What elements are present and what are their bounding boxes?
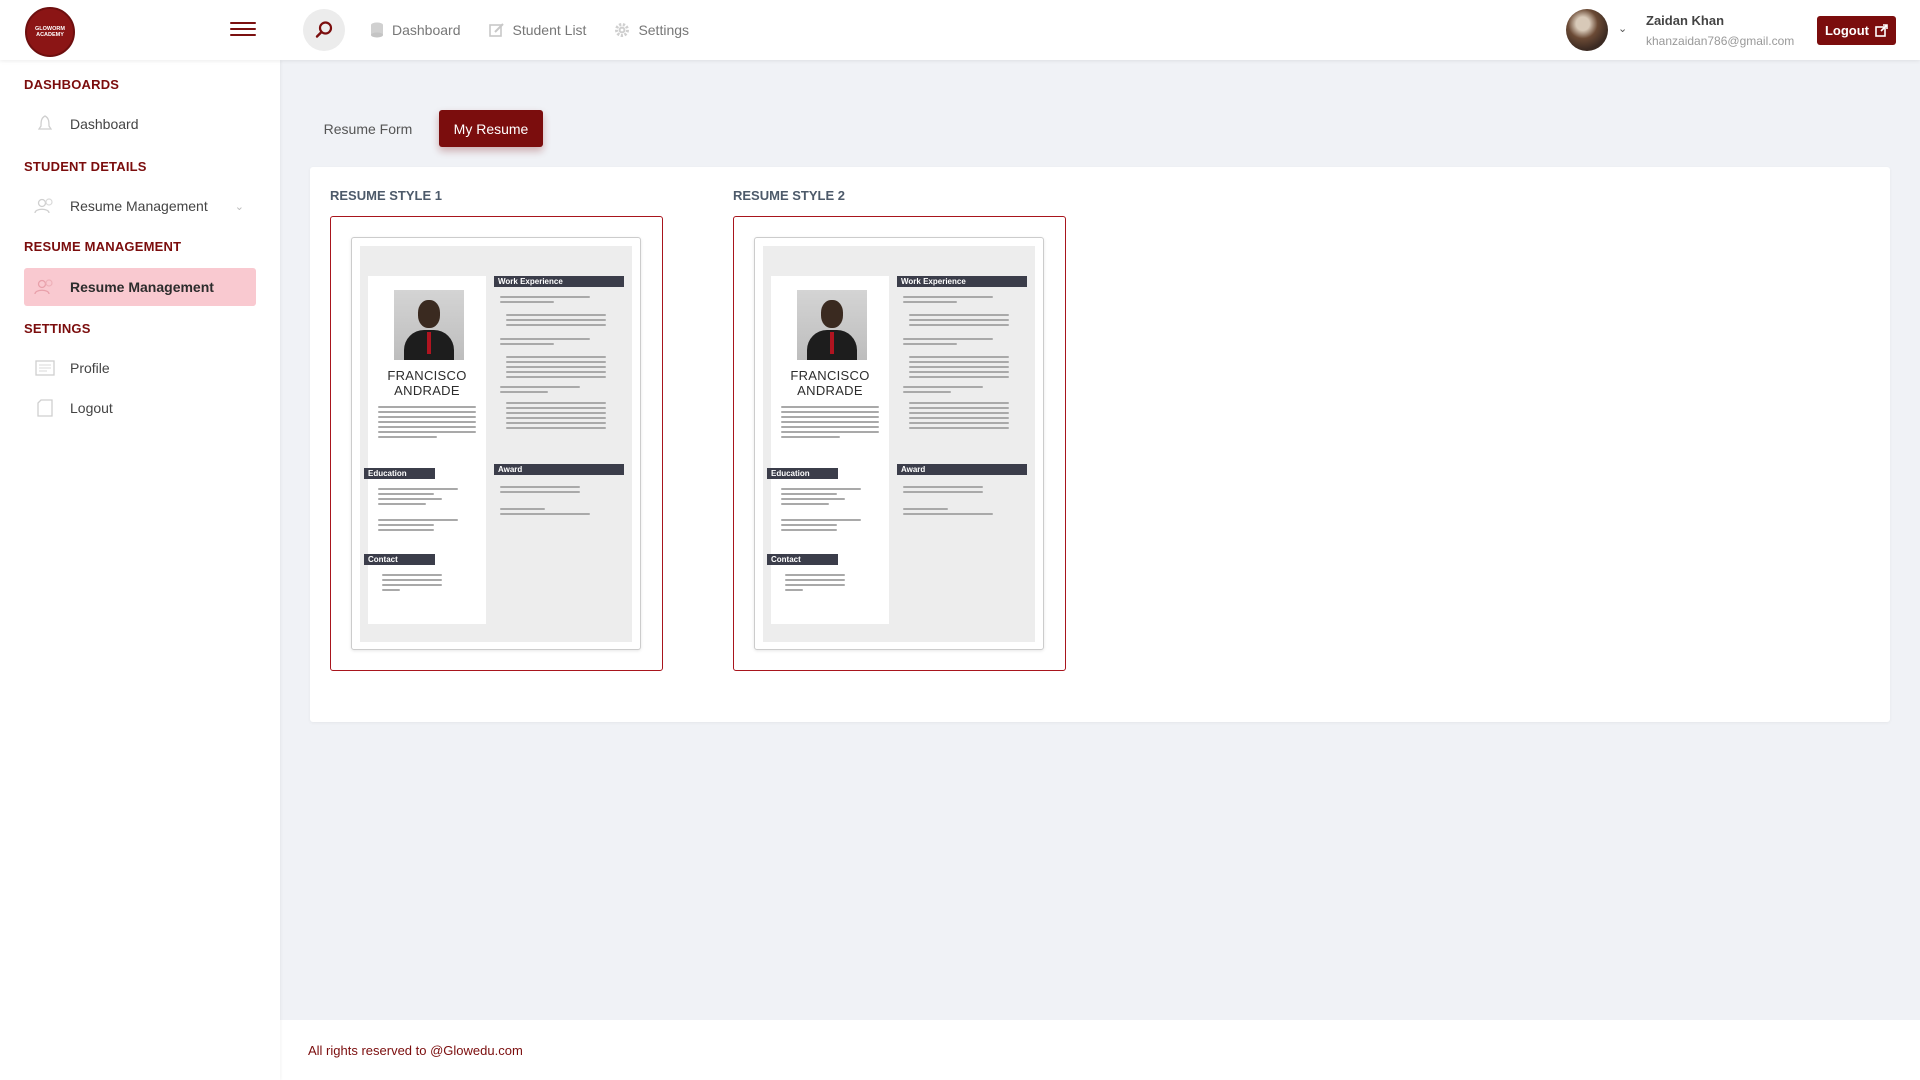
chevron-down-icon[interactable]: ⌄ [1618,22,1627,35]
topnav-dashboard-label: Dashboard [392,22,461,38]
external-link-icon [1875,24,1888,37]
bell-icon [34,114,56,134]
database-icon [371,22,383,38]
resume-section-award: Award [494,464,624,475]
sidebar-item-profile[interactable]: Profile [24,349,256,387]
users-icon [34,277,56,297]
resume-style-1-card[interactable]: FRANCISCO ANDRADE Education Contact Work … [330,216,663,671]
resume-name: FRANCISCO ANDRADE [790,368,870,398]
resume-photo [394,290,464,360]
logout-button-label: Logout [1824,23,1870,38]
resume-style-2-title: RESUME STYLE 2 [733,188,845,203]
chevron-down-icon[interactable]: ⌄ [235,200,244,213]
user-avatar[interactable] [1566,9,1608,51]
hamburger-menu-icon[interactable] [230,18,256,40]
topnav-student-list-label: Student List [512,22,587,38]
resume-section-work-experience: Work Experience [897,276,1027,287]
sidebar-item-logout[interactable]: Logout [24,389,256,427]
top-nav: Dashboard Student List Settings [370,0,689,60]
sidebar-item-label: Logout [70,400,113,416]
sidebar-item-label: Resume Management [70,279,214,295]
resume-name: FRANCISCO ANDRADE [387,368,467,398]
resume-styles-panel: RESUME STYLE 1 FRANCISCO ANDRADE Educatio… [310,167,1890,722]
section-title-student-details: STUDENT DETAILS [24,159,147,174]
resume-photo [797,290,867,360]
tab-my-resume[interactable]: My Resume [439,110,543,147]
page-footer: All rights reserved to @Glowedu.com [280,1020,1920,1080]
academy-logo[interactable]: GLOWORM ACADEMY [25,7,75,57]
resume-section-work-experience: Work Experience [494,276,624,287]
search-icon [315,21,333,38]
sidebar-item-label: Profile [70,360,110,376]
resume-section-award: Award [897,464,1027,475]
topnav-student-list[interactable]: Student List [488,22,587,38]
resume-preview-2: FRANCISCO ANDRADE Education Contact Work … [754,237,1044,650]
users-icon [34,196,56,216]
section-title-resume-management: RESUME MANAGEMENT [24,239,182,254]
logout-icon [34,398,56,418]
resume-style-1-title: RESUME STYLE 1 [330,188,442,203]
resume-section-education: Education [364,468,435,479]
resume-preview-1: FRANCISCO ANDRADE Education Contact Work … [351,237,641,650]
top-header: GLOWORM ACADEMY Dashboard Student List S… [0,0,1920,60]
topnav-settings[interactable]: Settings [614,22,689,38]
sidebar-item-label: Resume Management [70,198,208,214]
sidebar-item-resume-management-sub[interactable]: Resume Management ⌄ [24,187,256,225]
profile-icon [34,358,56,378]
logo-text: GLOWORM ACADEMY [35,26,65,38]
user-email: khanzaidan786@gmail.com [1646,34,1795,48]
resume-section-education: Education [767,468,838,479]
topnav-dashboard[interactable]: Dashboard [370,22,461,38]
gear-icon [615,23,630,37]
edit-icon [488,23,504,37]
sidebar-item-resume-management[interactable]: Resume Management [24,268,256,306]
resume-section-contact: Contact [767,554,838,565]
tab-resume-form[interactable]: Resume Form [314,110,422,147]
topnav-settings-label: Settings [638,22,690,38]
resume-section-contact: Contact [364,554,435,565]
section-title-settings: SETTINGS [24,321,91,336]
search-button[interactable] [303,9,345,51]
sidebar: DASHBOARDS Dashboard STUDENT DETAILS Res… [0,60,280,1080]
sidebar-item-label: Dashboard [70,116,139,132]
resume-style-2-card[interactable]: FRANCISCO ANDRADE Education Contact Work … [733,216,1066,671]
sidebar-item-dashboard[interactable]: Dashboard [24,105,256,143]
user-name: Zaidan Khan [1646,13,1725,28]
footer-text: All rights reserved to @Glowedu.com [308,1043,523,1058]
section-title-dashboards: DASHBOARDS [24,77,120,92]
logout-button[interactable]: Logout [1817,16,1896,45]
